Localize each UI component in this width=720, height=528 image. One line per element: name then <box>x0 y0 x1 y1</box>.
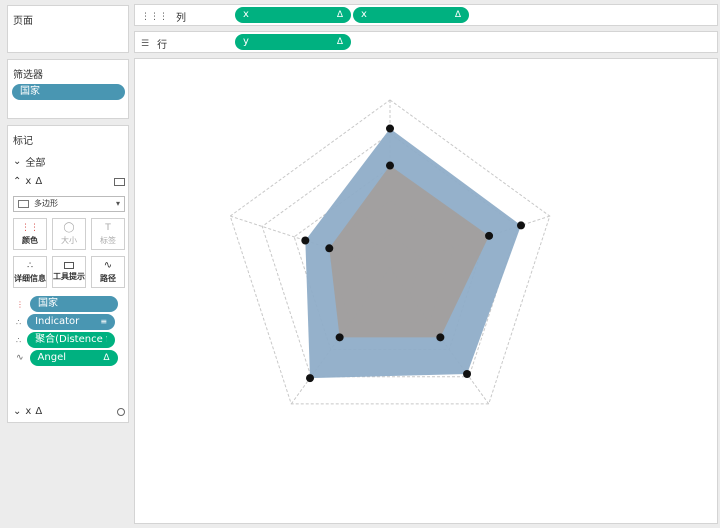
mark-field-angel[interactable]: ∿ Angel Δ <box>16 350 118 366</box>
delta-icon: Δ <box>454 10 461 20</box>
color-dots-icon: ⋮⋮ <box>21 222 39 233</box>
detail-field-icon: ∴ <box>16 335 22 345</box>
delta-icon: Δ <box>336 10 343 20</box>
card-icon <box>114 177 125 186</box>
detail-label: 详细信息 <box>14 273 46 283</box>
rows-shelf[interactable]: ☰ 行 y Δ <box>134 31 718 53</box>
label-label: 标签 <box>100 235 116 245</box>
marks-card[interactable]: 标记 ⌄ 全部 ⌃ x Δ 多边形 ▾ ⋮⋮ 颜色 ◯ 大小 T 标签 ∴ 详细… <box>7 125 129 423</box>
data-point[interactable] <box>463 370 472 379</box>
color-field-icon: ⋮ <box>16 299 24 309</box>
marks-all-row[interactable]: ⌄ 全部 <box>13 154 45 169</box>
mark-pill-distance[interactable]: 聚合(Distence f.. <box>27 332 116 348</box>
circle-mark-icon <box>117 407 125 416</box>
radar-chart[interactable] <box>135 59 717 523</box>
columns-icon: ⋮⋮⋮ <box>141 11 168 22</box>
mark-pill-country-label: 国家 <box>38 298 58 309</box>
size-label: 大小 <box>61 236 77 245</box>
chevron-down-icon: ⌄ <box>13 406 22 417</box>
detail-field-icon: ∴ <box>16 317 22 327</box>
data-point[interactable] <box>436 333 445 342</box>
pages-title: 页面 <box>13 16 33 27</box>
caret-down-icon: ▾ <box>115 199 120 208</box>
delta-icon: Δ <box>336 37 343 47</box>
data-point[interactable] <box>517 221 526 230</box>
data-point[interactable] <box>485 231 494 240</box>
mark-pill-country[interactable]: 国家 <box>30 296 118 312</box>
label-icon: T <box>105 222 111 233</box>
chart-view[interactable]: 知乎 @禹洋 <box>134 58 718 524</box>
rows-label-text: 行 <box>157 40 168 51</box>
mark-pill-angel-label: Angel <box>37 352 67 363</box>
path-button[interactable]: ∿ 路径 <box>91 256 125 288</box>
filter-pill-label: 国家 <box>20 86 40 97</box>
columns-pill-x1-label: x <box>243 9 249 20</box>
path-icon: ∿ <box>103 260 113 271</box>
mark-type-dropdown[interactable]: 多边形 ▾ <box>13 196 125 212</box>
delta-icon: Δ <box>103 353 110 363</box>
columns-pill-x2[interactable]: x Δ <box>353 7 469 23</box>
mark-type-label: 多边形 <box>34 199 58 208</box>
rows-pill-y[interactable]: y Δ <box>235 34 351 50</box>
mark-field-distance[interactable]: ∴ 聚合(Distence f.. <box>16 332 116 348</box>
rows-pill-y-label: y <box>243 36 249 47</box>
marks-layer1-row[interactable]: ⌃ x Δ <box>13 176 125 187</box>
detail-button[interactable]: ∴ 详细信息 <box>13 256 47 288</box>
path-field-icon: ∿ <box>16 353 24 363</box>
detail-icon: ∴ <box>27 260 33 271</box>
marks-layer2-row[interactable]: ⌄ x Δ <box>13 406 125 417</box>
filter-pill-country[interactable]: 国家 <box>12 84 125 100</box>
layer1-label: x <box>25 176 32 187</box>
chevron-down-icon: ⌄ <box>13 156 22 167</box>
watermark: 知乎 @禹洋 <box>602 489 699 509</box>
columns-pill-x1[interactable]: x Δ <box>235 7 351 23</box>
rows-icon: ☰ <box>141 38 150 49</box>
label-button[interactable]: T 标签 <box>91 218 125 250</box>
filters-panel[interactable]: 筛选器 国家 <box>7 59 129 119</box>
columns-shelf-label: ⋮⋮⋮ 列 <box>141 9 186 25</box>
data-point[interactable] <box>301 236 310 245</box>
pages-panel[interactable]: 页面 <box>7 5 129 53</box>
chevron-up-icon: ⌃ <box>13 176 22 187</box>
data-point[interactable] <box>335 333 344 342</box>
tooltip-label: 工具提示 <box>53 272 85 281</box>
columns-pill-x2-label: x <box>361 9 367 20</box>
columns-label-text: 列 <box>176 13 186 24</box>
filters-title: 筛选器 <box>13 70 43 81</box>
data-point[interactable] <box>306 374 315 383</box>
data-point[interactable] <box>386 161 394 170</box>
layer2-label: x <box>25 406 32 417</box>
delta-icon: Δ <box>35 176 43 187</box>
mark-field-indicator[interactable]: ∴ Indicator ≡ <box>16 314 116 330</box>
mark-pill-indicator-label: Indicator <box>35 316 80 327</box>
rows-shelf-label: ☰ 行 <box>141 36 168 52</box>
mark-pill-indicator[interactable]: Indicator ≡ <box>27 314 116 330</box>
mark-pill-angel[interactable]: Angel Δ <box>29 350 118 366</box>
size-button[interactable]: ◯ 大小 <box>52 218 86 250</box>
size-icon: ◯ <box>63 222 75 233</box>
mark-pill-distance-label: 聚合(Distence f.. <box>35 334 108 345</box>
columns-shelf[interactable]: ⋮⋮⋮ 列 x Δ x Δ <box>134 4 718 26</box>
tooltip-icon <box>64 262 74 269</box>
delta-icon: Δ <box>35 406 43 417</box>
color-button[interactable]: ⋮⋮ 颜色 <box>13 218 47 250</box>
data-point[interactable] <box>386 124 394 133</box>
polygon-icon <box>18 200 29 208</box>
color-label: 颜色 <box>22 235 38 245</box>
tooltip-button[interactable]: 工具提示 <box>52 256 86 288</box>
marks-all-label: 全部 <box>25 158 46 169</box>
path-label: 路径 <box>100 274 116 283</box>
mark-field-country[interactable]: ⋮ 国家 <box>16 296 118 312</box>
sort-icon: ≡ <box>100 317 108 326</box>
data-point[interactable] <box>325 244 334 253</box>
marks-title: 标记 <box>13 136 33 147</box>
